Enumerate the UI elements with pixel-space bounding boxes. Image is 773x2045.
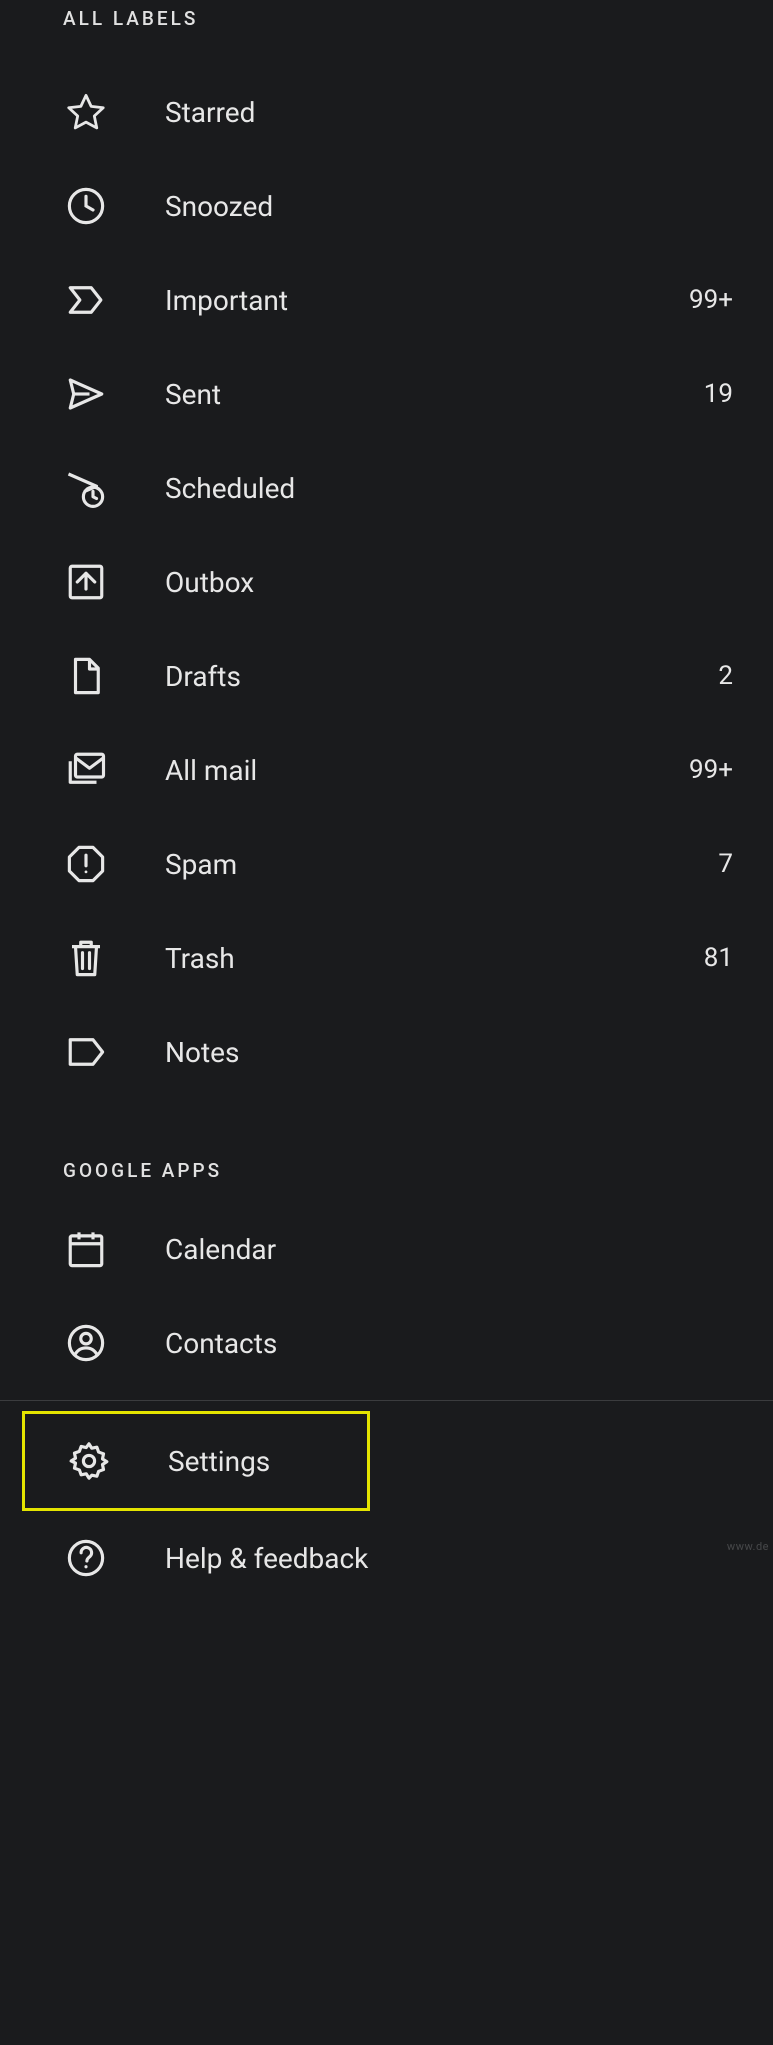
- drawer-item-count: 19: [704, 379, 733, 409]
- drawer-item-settings[interactable]: Settings: [22, 1411, 370, 1511]
- drawer-item-label: Drafts: [165, 660, 718, 693]
- drawer-item-allmail[interactable]: All mail 99+: [0, 723, 773, 817]
- drawer-item-label: Outbox: [165, 566, 733, 599]
- drawer-item-sent[interactable]: Sent 19: [0, 347, 773, 441]
- spam-icon: [63, 841, 109, 887]
- drawer-item-count: 2: [718, 661, 733, 691]
- drawer-item-drafts[interactable]: Drafts 2: [0, 629, 773, 723]
- important-icon: [63, 277, 109, 323]
- help-icon: [63, 1535, 109, 1581]
- calendar-icon: [63, 1226, 109, 1272]
- drawer-item-trash[interactable]: Trash 81: [0, 911, 773, 1005]
- drawer-item-notes[interactable]: Notes: [0, 1005, 773, 1099]
- watermark: www.de: [727, 1540, 769, 1553]
- drawer-item-label: Starred: [165, 96, 733, 129]
- drawer-item-label: Help & feedback: [165, 1542, 733, 1575]
- section-header-google-apps: GOOGLE APPS: [0, 1099, 773, 1182]
- drawer-item-label: Settings: [168, 1445, 327, 1478]
- drawer-item-label: Snoozed: [165, 190, 733, 223]
- outbox-icon: [63, 559, 109, 605]
- drawer-item-count: 99+: [689, 755, 733, 785]
- drawer-item-count: 7: [718, 849, 733, 879]
- drawer-item-label: Contacts: [165, 1327, 733, 1360]
- drawer-item-snoozed[interactable]: Snoozed: [0, 159, 773, 253]
- gear-icon: [66, 1438, 112, 1484]
- drawer-item-label: Important: [165, 284, 689, 317]
- drawer-item-spam[interactable]: Spam 7: [0, 817, 773, 911]
- google-apps-list: Calendar Contacts: [0, 1182, 773, 1390]
- drawer-item-scheduled[interactable]: Scheduled: [0, 441, 773, 535]
- sent-icon: [63, 371, 109, 417]
- drawer-item-label: Notes: [165, 1036, 733, 1069]
- drawer-item-count: 99+: [689, 285, 733, 315]
- drawer-item-label: Scheduled: [165, 472, 733, 505]
- star-icon: [63, 89, 109, 135]
- drawer-item-label: Trash: [165, 942, 704, 975]
- label-icon: [63, 1029, 109, 1075]
- drawer-item-label: All mail: [165, 754, 689, 787]
- drawer-item-label: Calendar: [165, 1233, 733, 1266]
- trash-icon: [63, 935, 109, 981]
- gmail-drawer: ALL LABELS Starred Snoozed Important 99+: [0, 0, 773, 2045]
- drawer-item-label: Spam: [165, 848, 718, 881]
- bottom-list: Settings Help & feedback: [0, 1411, 773, 1605]
- drawer-item-label: Sent: [165, 378, 704, 411]
- section-header-all-labels: ALL LABELS: [0, 0, 773, 30]
- drawer-item-outbox[interactable]: Outbox: [0, 535, 773, 629]
- contacts-icon: [63, 1320, 109, 1366]
- drawer-item-contacts[interactable]: Contacts: [0, 1296, 773, 1390]
- drawer-item-important[interactable]: Important 99+: [0, 253, 773, 347]
- divider: [0, 1400, 773, 1401]
- allmail-icon: [63, 747, 109, 793]
- scheduled-icon: [63, 465, 109, 511]
- labels-list: Starred Snoozed Important 99+ Sent 19: [0, 30, 773, 1099]
- drawer-item-calendar[interactable]: Calendar: [0, 1202, 773, 1296]
- drawer-item-count: 81: [704, 943, 733, 973]
- clock-icon: [63, 183, 109, 229]
- drawer-item-starred[interactable]: Starred: [0, 65, 773, 159]
- drawer-item-help[interactable]: Help & feedback: [0, 1511, 773, 1605]
- drafts-icon: [63, 653, 109, 699]
